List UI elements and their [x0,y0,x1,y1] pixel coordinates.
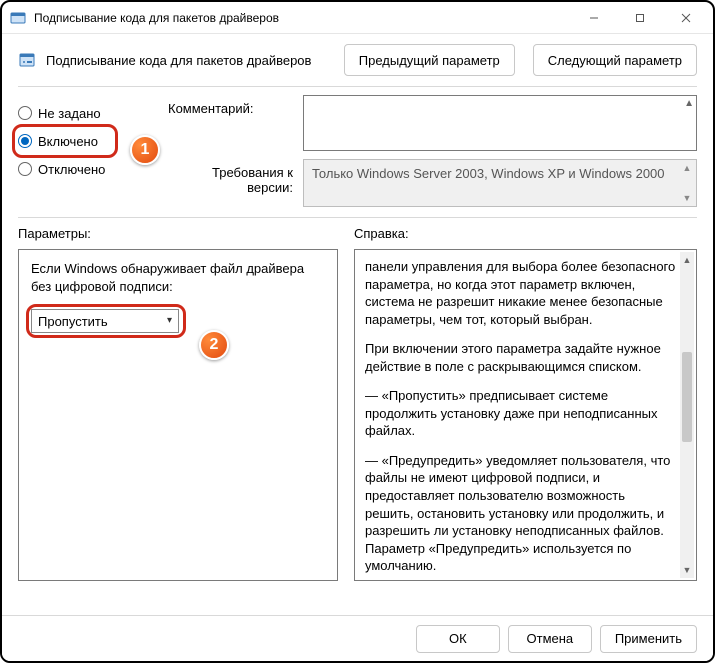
minimize-button[interactable] [571,2,617,33]
radio-not-configured[interactable]: Не задано [18,99,168,127]
options-heading: Параметры: [18,222,338,249]
scrollbar-thumb[interactable] [682,352,692,442]
radio-label: Включено [38,134,98,149]
help-panel: панели управления для выбора более безоп… [354,249,697,581]
help-paragraph: — «Пропустить» предписывает системе прод… [365,387,676,440]
scroll-up-icon: ▲ [680,254,694,266]
next-setting-button[interactable]: Следующий параметр [533,44,697,76]
radio-icon [18,134,32,148]
scroll-up-icon: ▲ [684,98,694,109]
previous-setting-button[interactable]: Предыдущий параметр [344,44,515,76]
apply-button[interactable]: Применить [600,625,697,653]
separator [18,86,697,87]
close-button[interactable] [663,2,709,33]
comment-textarea[interactable]: ▲ [303,95,697,151]
scroll-down-icon: ▼ [680,564,694,576]
dropdown-prompt: Если Windows обнаруживает файл драйвера … [31,260,325,295]
radio-label: Отключено [38,162,105,177]
comment-label: Комментарий: [168,95,303,151]
radio-icon [18,106,32,120]
policy-app-icon [10,10,26,26]
separator [18,217,697,218]
dropdown-value: Пропустить [38,314,108,329]
help-paragraph: — «Предупредить» уведомляет пользователя… [365,452,676,575]
help-scrollbar[interactable]: ▲ ▼ [680,252,694,578]
scroll-stub: ▲▼ [681,163,693,203]
annotation-badge-2: 2 [199,330,229,360]
cancel-button[interactable]: Отмена [508,625,592,653]
policy-title: Подписывание кода для пакетов драйверов [46,53,334,68]
signing-action-dropdown[interactable]: Пропустить ▾ [31,309,179,333]
help-paragraph: При включении этого параметра задайте ну… [365,340,676,375]
options-panel: Если Windows обнаруживает файл драйвера … [18,249,338,581]
supported-on-value: Только Windows Server 2003, Windows XP и… [312,166,665,181]
titlebar: Подписывание кода для пакетов драйверов [2,2,713,34]
supported-on-text: Только Windows Server 2003, Windows XP и… [303,159,697,207]
window-title: Подписывание кода для пакетов драйверов [34,11,571,25]
chevron-down-icon: ▾ [167,315,172,326]
annotation-badge-1: 1 [130,135,160,165]
dialog-footer: ОК Отмена Применить [2,615,713,661]
ok-button[interactable]: ОК [416,625,500,653]
help-heading: Справка: [354,222,697,249]
policy-icon [18,51,36,69]
radio-icon [18,162,32,176]
supported-on-label: Требования к версии: [168,151,303,207]
help-paragraph: панели управления для выбора более безоп… [365,258,676,328]
radio-label: Не задано [38,106,101,121]
maximize-button[interactable] [617,2,663,33]
